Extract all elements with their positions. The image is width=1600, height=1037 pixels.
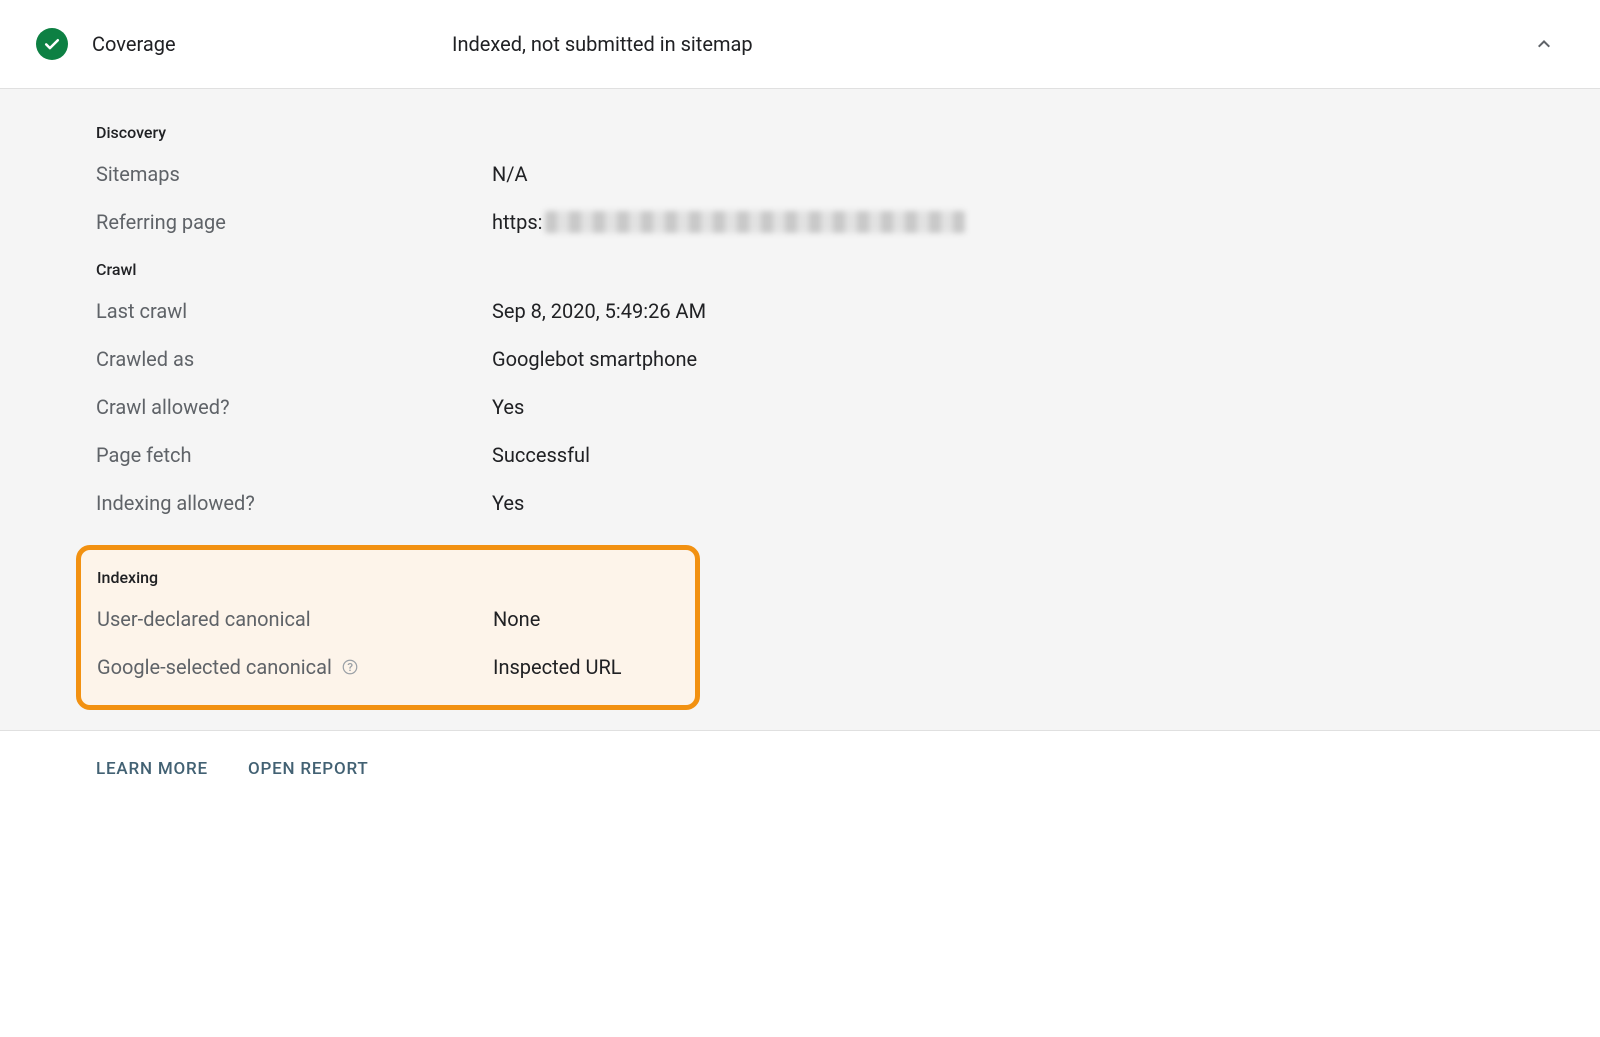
crawl-allowed-label: Crawl allowed? bbox=[96, 395, 492, 419]
crawl-allowed-row: Crawl allowed? Yes bbox=[0, 383, 1600, 431]
sitemaps-label: Sitemaps bbox=[96, 162, 492, 186]
sitemaps-row: Sitemaps N/A bbox=[0, 150, 1600, 198]
question-circle-icon bbox=[341, 658, 359, 676]
referring-page-row: Referring page https: bbox=[0, 198, 1600, 246]
coverage-header[interactable]: Coverage Indexed, not submitted in sitem… bbox=[0, 0, 1600, 89]
google-canonical-label-text: Google-selected canonical bbox=[97, 655, 332, 679]
crawled-as-row: Crawled as Googlebot smartphone bbox=[0, 335, 1600, 383]
coverage-details: Discovery Sitemaps N/A Referring page ht… bbox=[0, 89, 1600, 730]
help-icon[interactable] bbox=[340, 657, 360, 677]
indexing-highlight-box: Indexing User-declared canonical None Go… bbox=[76, 545, 700, 710]
coverage-footer: Learn more Open report bbox=[0, 730, 1600, 839]
checkmark-icon bbox=[42, 34, 62, 54]
page-fetch-value: Successful bbox=[492, 443, 590, 467]
indexing-allowed-value: Yes bbox=[492, 491, 524, 515]
last-crawl-value: Sep 8, 2020, 5:49:26 AM bbox=[492, 299, 706, 323]
user-canonical-label: User-declared canonical bbox=[97, 607, 493, 631]
coverage-title: Coverage bbox=[92, 32, 452, 56]
referring-page-label: Referring page bbox=[96, 210, 492, 234]
google-canonical-value: Inspected URL bbox=[493, 655, 622, 679]
indexing-allowed-label: Indexing allowed? bbox=[96, 491, 492, 515]
last-crawl-row: Last crawl Sep 8, 2020, 5:49:26 AM bbox=[0, 287, 1600, 335]
google-canonical-row: Google-selected canonical Inspected URL bbox=[81, 643, 695, 691]
referring-page-value: https: bbox=[492, 210, 965, 234]
learn-more-link[interactable]: Learn more bbox=[96, 759, 208, 779]
collapse-toggle[interactable] bbox=[1524, 24, 1564, 64]
discovery-section-label: Discovery bbox=[0, 115, 1600, 150]
page-fetch-row: Page fetch Successful bbox=[0, 431, 1600, 479]
open-report-link[interactable]: Open report bbox=[248, 759, 369, 779]
last-crawl-label: Last crawl bbox=[96, 299, 492, 323]
indexing-section-label: Indexing bbox=[81, 560, 695, 595]
chevron-up-icon bbox=[1532, 32, 1556, 56]
user-canonical-row: User-declared canonical None bbox=[81, 595, 695, 643]
crawl-section-label: Crawl bbox=[0, 252, 1600, 287]
status-success-icon bbox=[36, 28, 68, 60]
coverage-status: Indexed, not submitted in sitemap bbox=[452, 32, 1524, 56]
crawl-allowed-value: Yes bbox=[492, 395, 524, 419]
indexing-allowed-row: Indexing allowed? Yes bbox=[0, 479, 1600, 527]
referring-page-prefix: https: bbox=[492, 210, 543, 234]
crawled-as-value: Googlebot smartphone bbox=[492, 347, 697, 371]
crawled-as-label: Crawled as bbox=[96, 347, 492, 371]
page-fetch-label: Page fetch bbox=[96, 443, 492, 467]
sitemaps-value: N/A bbox=[492, 162, 528, 186]
google-canonical-label: Google-selected canonical bbox=[97, 655, 493, 679]
redacted-url bbox=[545, 211, 965, 233]
user-canonical-value: None bbox=[493, 607, 540, 631]
